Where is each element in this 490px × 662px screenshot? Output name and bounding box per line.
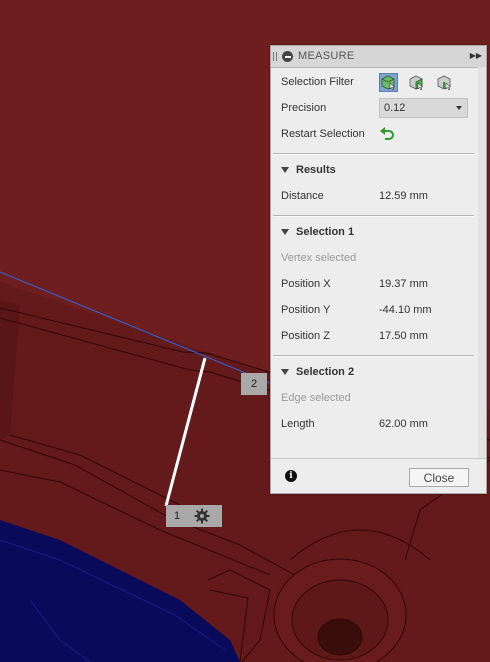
separator: [273, 215, 474, 217]
position-z-value: 17.50 mm: [379, 330, 428, 342]
marker-1-label: 1: [173, 510, 181, 522]
selection-marker-1[interactable]: 1: [166, 505, 222, 527]
position-z-label: Position Z: [281, 330, 330, 342]
gear-icon[interactable]: [193, 507, 211, 525]
position-z-row: Position Z 17.50 mm: [281, 326, 474, 346]
distance-label: Distance: [281, 190, 324, 202]
drag-handle-icon[interactable]: [273, 52, 277, 61]
position-y-label: Position Y: [281, 304, 331, 316]
expand-panel-icon[interactable]: ▶▶: [470, 51, 482, 60]
separator: [273, 153, 474, 155]
collapse-icon[interactable]: [282, 51, 293, 62]
chevron-down-icon: [456, 106, 462, 110]
chevron-down-icon: [281, 167, 289, 173]
precision-label: Precision: [281, 102, 327, 114]
position-y-row: Position Y -44.10 mm: [281, 300, 474, 320]
info-icon[interactable]: i: [285, 470, 297, 482]
selection-1-heading: Selection 1: [296, 226, 355, 238]
selection-marker-2[interactable]: 2: [241, 373, 267, 395]
position-x-value: 19.37 mm: [379, 278, 428, 290]
measure-panel: MEASURE ▶▶ Selection Filter Precision 0.…: [270, 45, 487, 494]
distance-row: Distance 12.59 mm: [281, 186, 474, 206]
selection-2-status: Edge selected: [281, 392, 351, 404]
selection-1-section-header[interactable]: Selection 1: [281, 222, 354, 242]
results-section-header[interactable]: Results: [281, 160, 336, 180]
distance-value: 12.59 mm: [379, 190, 428, 202]
length-value: 62.00 mm: [379, 418, 428, 430]
selection-2-section-header[interactable]: Selection 2: [281, 362, 354, 382]
length-label: Length: [281, 418, 315, 430]
precision-value: 0.12: [384, 102, 406, 114]
selection-filter-row: Selection Filter: [281, 72, 474, 92]
filter-body-icon[interactable]: [379, 72, 398, 92]
precision-select[interactable]: 0.12: [379, 98, 468, 118]
separator: [273, 355, 474, 357]
panel-header[interactable]: MEASURE ▶▶: [271, 46, 486, 68]
length-row: Length 62.00 mm: [281, 414, 474, 434]
selection-2-status-row: Edge selected: [281, 388, 474, 408]
close-button[interactable]: Close: [409, 468, 469, 487]
panel-title: MEASURE: [298, 50, 355, 62]
selection-1-status: Vertex selected: [281, 252, 357, 264]
precision-row: Precision 0.12: [281, 98, 474, 118]
selection-1-status-row: Vertex selected: [281, 248, 474, 268]
selection-filter-label: Selection Filter: [281, 76, 354, 88]
panel-scrollbar[interactable]: [478, 67, 486, 458]
filter-edge-icon[interactable]: [435, 73, 454, 92]
position-y-value: -44.10 mm: [379, 304, 432, 316]
chevron-down-icon: [281, 369, 289, 375]
position-x-row: Position X 19.37 mm: [281, 274, 474, 294]
model-boss-hole: [317, 618, 363, 656]
filter-face-icon[interactable]: [407, 73, 426, 92]
restart-selection-row: Restart Selection: [281, 124, 474, 144]
restart-icon[interactable]: [379, 125, 474, 144]
chevron-down-icon: [281, 229, 289, 235]
panel-footer: i Close: [271, 458, 486, 493]
marker-2-label: 2: [250, 378, 258, 390]
results-heading: Results: [296, 164, 336, 176]
selection-2-heading: Selection 2: [296, 366, 355, 378]
restart-selection-label: Restart Selection: [281, 128, 365, 140]
position-x-label: Position X: [281, 278, 331, 290]
